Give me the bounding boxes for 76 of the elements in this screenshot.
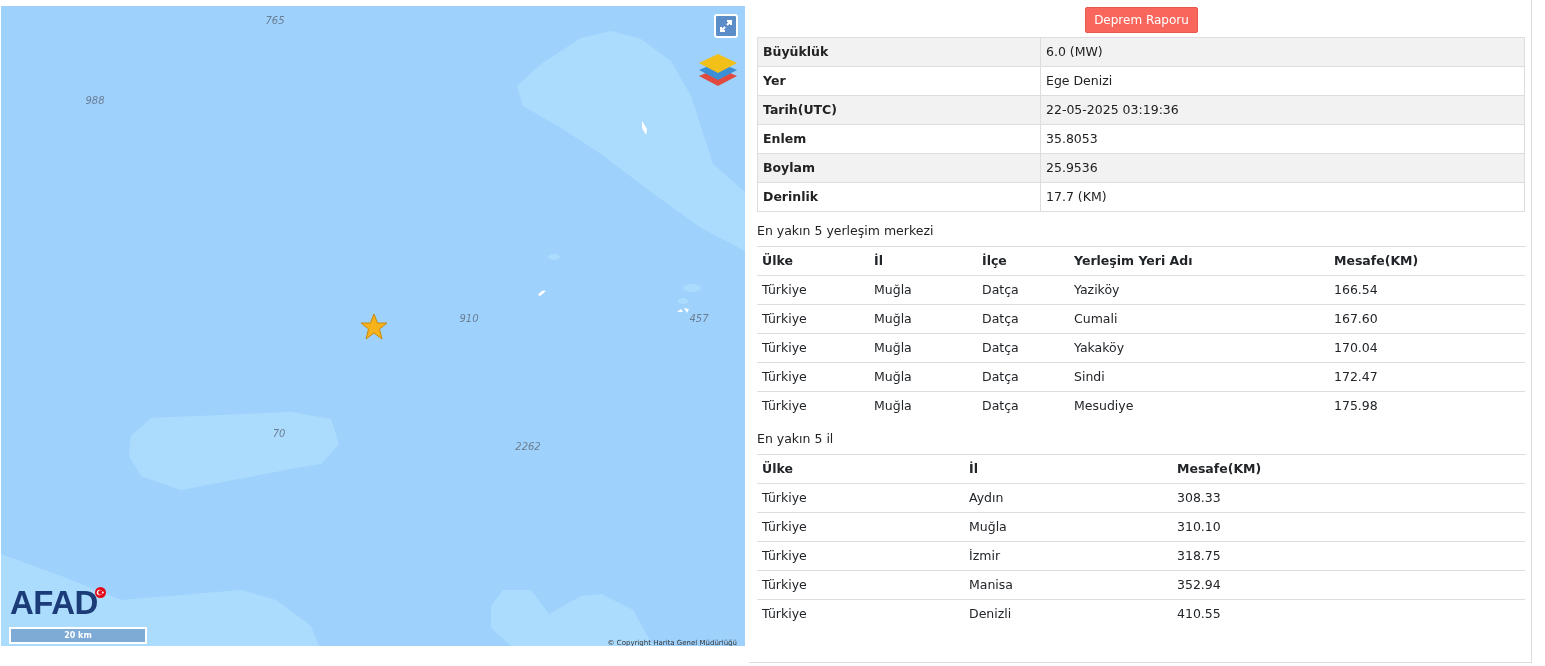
table-cell: Muğla bbox=[869, 391, 977, 420]
detail-value: 22-05-2025 03:19:36 bbox=[1040, 95, 1525, 125]
table-cell: Mesudiye bbox=[1069, 391, 1329, 420]
table-cell: Sindi bbox=[1069, 362, 1329, 392]
detail-label: Derinlik bbox=[757, 182, 1041, 212]
table-cell: Türkiye bbox=[757, 570, 964, 599]
depth-label: 2262 bbox=[515, 439, 541, 454]
table-cell: Türkiye bbox=[757, 391, 869, 420]
section-title: En yakın 5 il bbox=[757, 419, 1526, 455]
column-header: Mesafe(KM) bbox=[1172, 454, 1525, 483]
table-cell: Denizli bbox=[964, 599, 1172, 628]
layers-icon[interactable] bbox=[698, 52, 738, 88]
table-cell: 167.60 bbox=[1329, 304, 1525, 334]
fullscreen-button[interactable] bbox=[714, 14, 738, 38]
table-cell: Muğla bbox=[869, 362, 977, 392]
table-cell: Muğla bbox=[869, 333, 977, 363]
fullscreen-icon bbox=[720, 20, 732, 32]
column-header: İl bbox=[964, 454, 1172, 483]
table-cell: Muğla bbox=[869, 304, 977, 334]
table-cell: 310.10 bbox=[1172, 512, 1525, 541]
table-cell: 166.54 bbox=[1329, 275, 1525, 305]
table-cell: 308.33 bbox=[1172, 483, 1525, 512]
table-cell: İzmir bbox=[964, 541, 1172, 570]
table-cell: Türkiye bbox=[757, 362, 869, 392]
table-cell: Türkiye bbox=[757, 333, 869, 363]
table-cell: Türkiye bbox=[757, 512, 964, 541]
table-cell: Türkiye bbox=[757, 275, 869, 305]
table-cell: 318.75 bbox=[1172, 541, 1525, 570]
table-cell: Datça bbox=[977, 362, 1069, 392]
table-cell: Datça bbox=[977, 391, 1069, 420]
table-cell: Türkiye bbox=[757, 599, 964, 628]
table-cell: Türkiye bbox=[757, 541, 964, 570]
table-cell: Yaziköy bbox=[1069, 275, 1329, 305]
depth-label: 70 bbox=[272, 426, 286, 441]
crescent-star-icon bbox=[95, 587, 106, 598]
table-cell: Datça bbox=[977, 333, 1069, 363]
table-cell: 172.47 bbox=[1329, 362, 1525, 392]
column-header: Yerleşim Yeri Adı bbox=[1069, 246, 1329, 276]
depth-label: 910 bbox=[459, 311, 479, 326]
detail-label: Boylam bbox=[757, 153, 1041, 183]
table-cell: Datça bbox=[977, 275, 1069, 305]
table-cell: Datça bbox=[977, 304, 1069, 334]
depth-label: 765 bbox=[265, 13, 285, 28]
table-cell: Cumali bbox=[1069, 304, 1329, 334]
table-cell: Muğla bbox=[869, 275, 977, 305]
detail-label: Büyüklük bbox=[757, 37, 1041, 67]
detail-value: Ege Denizi bbox=[1040, 66, 1525, 96]
detail-value: 17.7 (KM) bbox=[1040, 182, 1525, 212]
depth-label: 457 bbox=[689, 311, 709, 326]
scale-bar: 20 km bbox=[9, 627, 147, 644]
table-cell: 410.55 bbox=[1172, 599, 1525, 628]
column-header: İl bbox=[869, 246, 977, 276]
detail-label: Enlem bbox=[757, 124, 1041, 154]
table-cell: 175.98 bbox=[1329, 391, 1525, 420]
table-cell: 352.94 bbox=[1172, 570, 1525, 599]
section-title: En yakın 5 yerleşim merkezi bbox=[757, 212, 1526, 247]
column-header: Mesafe(KM) bbox=[1329, 246, 1525, 276]
table-cell: Aydın bbox=[964, 483, 1172, 512]
column-header: Ülke bbox=[757, 246, 869, 276]
table-cell: Muğla bbox=[964, 512, 1172, 541]
table-cell: Türkiye bbox=[757, 304, 869, 334]
table-cell: Manisa bbox=[964, 570, 1172, 599]
detail-label: Tarih(UTC) bbox=[757, 95, 1041, 125]
report-button[interactable]: Deprem Raporu bbox=[1085, 7, 1198, 33]
column-header: Ülke bbox=[757, 454, 964, 483]
depth-label: 988 bbox=[85, 93, 105, 108]
detail-label: Yer bbox=[757, 66, 1041, 96]
table-cell: Türkiye bbox=[757, 483, 964, 512]
column-header: İlçe bbox=[977, 246, 1069, 276]
detail-value: 35.8053 bbox=[1040, 124, 1525, 154]
detail-value: 6.0 (MW) bbox=[1040, 37, 1525, 67]
epicenter-star-icon bbox=[360, 313, 388, 340]
logo-text: AFAD bbox=[10, 586, 98, 619]
table-cell: 170.04 bbox=[1329, 333, 1525, 363]
table-cell: Yakaköy bbox=[1069, 333, 1329, 363]
detail-value: 25.9536 bbox=[1040, 153, 1525, 183]
